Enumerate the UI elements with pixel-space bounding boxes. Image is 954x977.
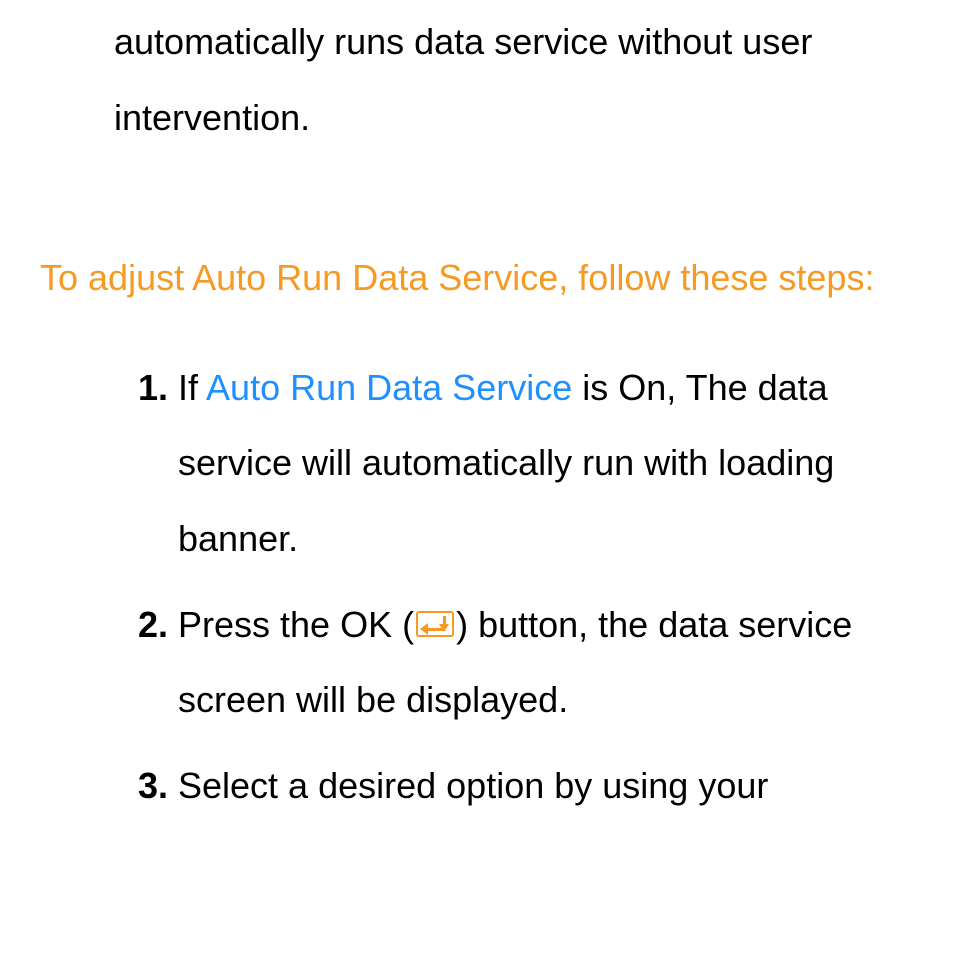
intro-text: automatically runs data service without …	[40, 0, 914, 155]
step-1: 1. If Auto Run Data Service is On, The d…	[138, 350, 914, 577]
page-content: automatically runs data service without …	[0, 0, 954, 823]
step-text-pre: Press the OK (	[178, 604, 414, 645]
step-2: 2. Press the OK () button, the data serv…	[138, 587, 914, 738]
step-text-pre: If	[178, 367, 206, 408]
step-text: Select a desired option by using your	[178, 765, 768, 806]
feature-name: Auto Run Data Service	[206, 367, 572, 408]
steps-list: 1. If Auto Run Data Service is On, The d…	[40, 350, 914, 824]
step-number: 3.	[138, 748, 168, 824]
section-heading: To adjust Auto Run Data Service, follow …	[40, 240, 914, 316]
step-number: 2.	[138, 587, 168, 663]
step-3: 3. Select a desired option by using your	[138, 748, 914, 824]
step-number: 1.	[138, 350, 168, 426]
enter-icon	[416, 611, 454, 637]
